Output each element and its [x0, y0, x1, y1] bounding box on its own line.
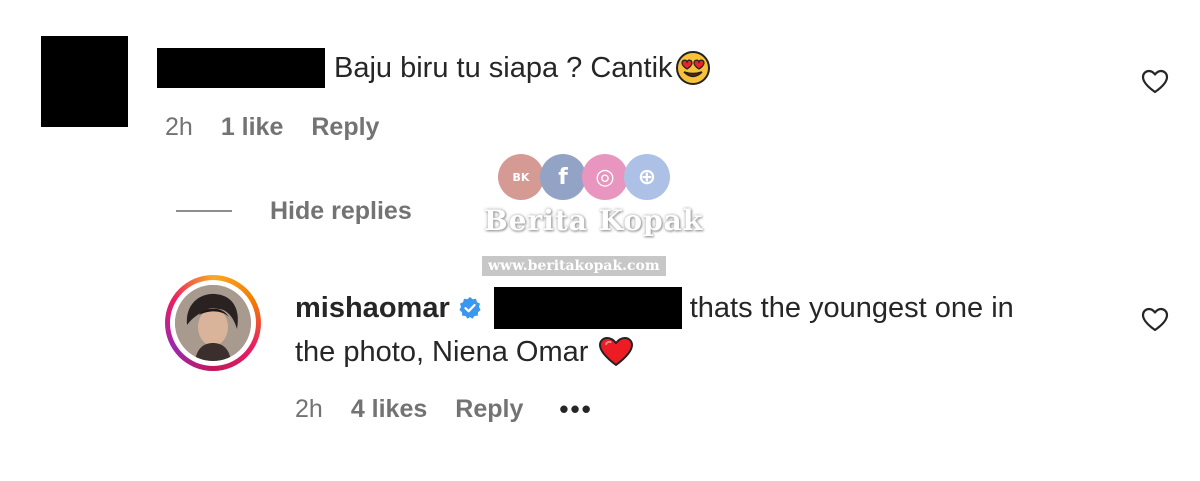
comment-meta: 2h 1 like Reply: [165, 111, 407, 143]
comment-likes-link[interactable]: 1 like: [221, 113, 284, 142]
watermark-icons: BK f ◎ ⊕: [498, 154, 670, 200]
reply-reply-button[interactable]: Reply: [455, 395, 523, 424]
more-options-button[interactable]: •••: [559, 394, 592, 425]
reply-body-line2: the photo, Niena Omar: [295, 332, 634, 372]
avatar-portrait-icon: [175, 285, 251, 361]
comment-reply-button[interactable]: Reply: [311, 113, 379, 142]
reply-text-line1: thats the youngest one in: [689, 291, 1014, 324]
watermark-title: Berita Kopak: [484, 204, 704, 237]
reply-likes-link[interactable]: 4 likes: [351, 395, 427, 424]
commenter-username-redacted[interactable]: [157, 48, 325, 88]
reply-time: 2h: [295, 394, 323, 423]
comment-time: 2h: [165, 112, 193, 141]
verified-badge-icon: [459, 297, 481, 319]
reply-username[interactable]: mishaomar: [295, 292, 450, 325]
facebook-icon: f: [540, 154, 586, 200]
replier-avatar[interactable]: [165, 275, 261, 371]
watermark: BK f ◎ ⊕ Berita Kopak www.beritakopak.co…: [478, 150, 718, 290]
avatar-ring-gap: [170, 280, 256, 366]
hide-replies-button[interactable]: Hide replies: [176, 194, 412, 228]
hide-replies-label: Hide replies: [270, 196, 412, 225]
reply-text-line2: the photo, Niena Omar: [295, 335, 589, 368]
comment-body: Baju biru tu siapa ? Cantik: [157, 46, 711, 90]
red-heart-emoji-icon: [599, 337, 634, 366]
globe-icon: ⊕: [624, 154, 670, 200]
commenter-avatar-redacted[interactable]: [41, 36, 128, 127]
comment-text: Baju biru tu siapa ? Cantik: [334, 51, 673, 84]
reply-body-line1: mishaomar thats the youngest one in: [295, 286, 1014, 330]
instagram-icon: ◎: [582, 154, 628, 200]
like-heart-icon[interactable]: [1141, 69, 1169, 95]
reply-meta: 2h 4 likes Reply •••: [295, 393, 621, 425]
thread-divider: [176, 210, 232, 212]
like-heart-icon[interactable]: [1141, 307, 1169, 333]
mentioned-username-redacted[interactable]: [493, 287, 682, 329]
avatar-photo: [175, 285, 251, 361]
heart-eyes-emoji-icon: [675, 51, 710, 85]
watermark-logo-icon: BK: [498, 154, 544, 200]
watermark-url: www.beritakopak.com: [482, 256, 666, 276]
